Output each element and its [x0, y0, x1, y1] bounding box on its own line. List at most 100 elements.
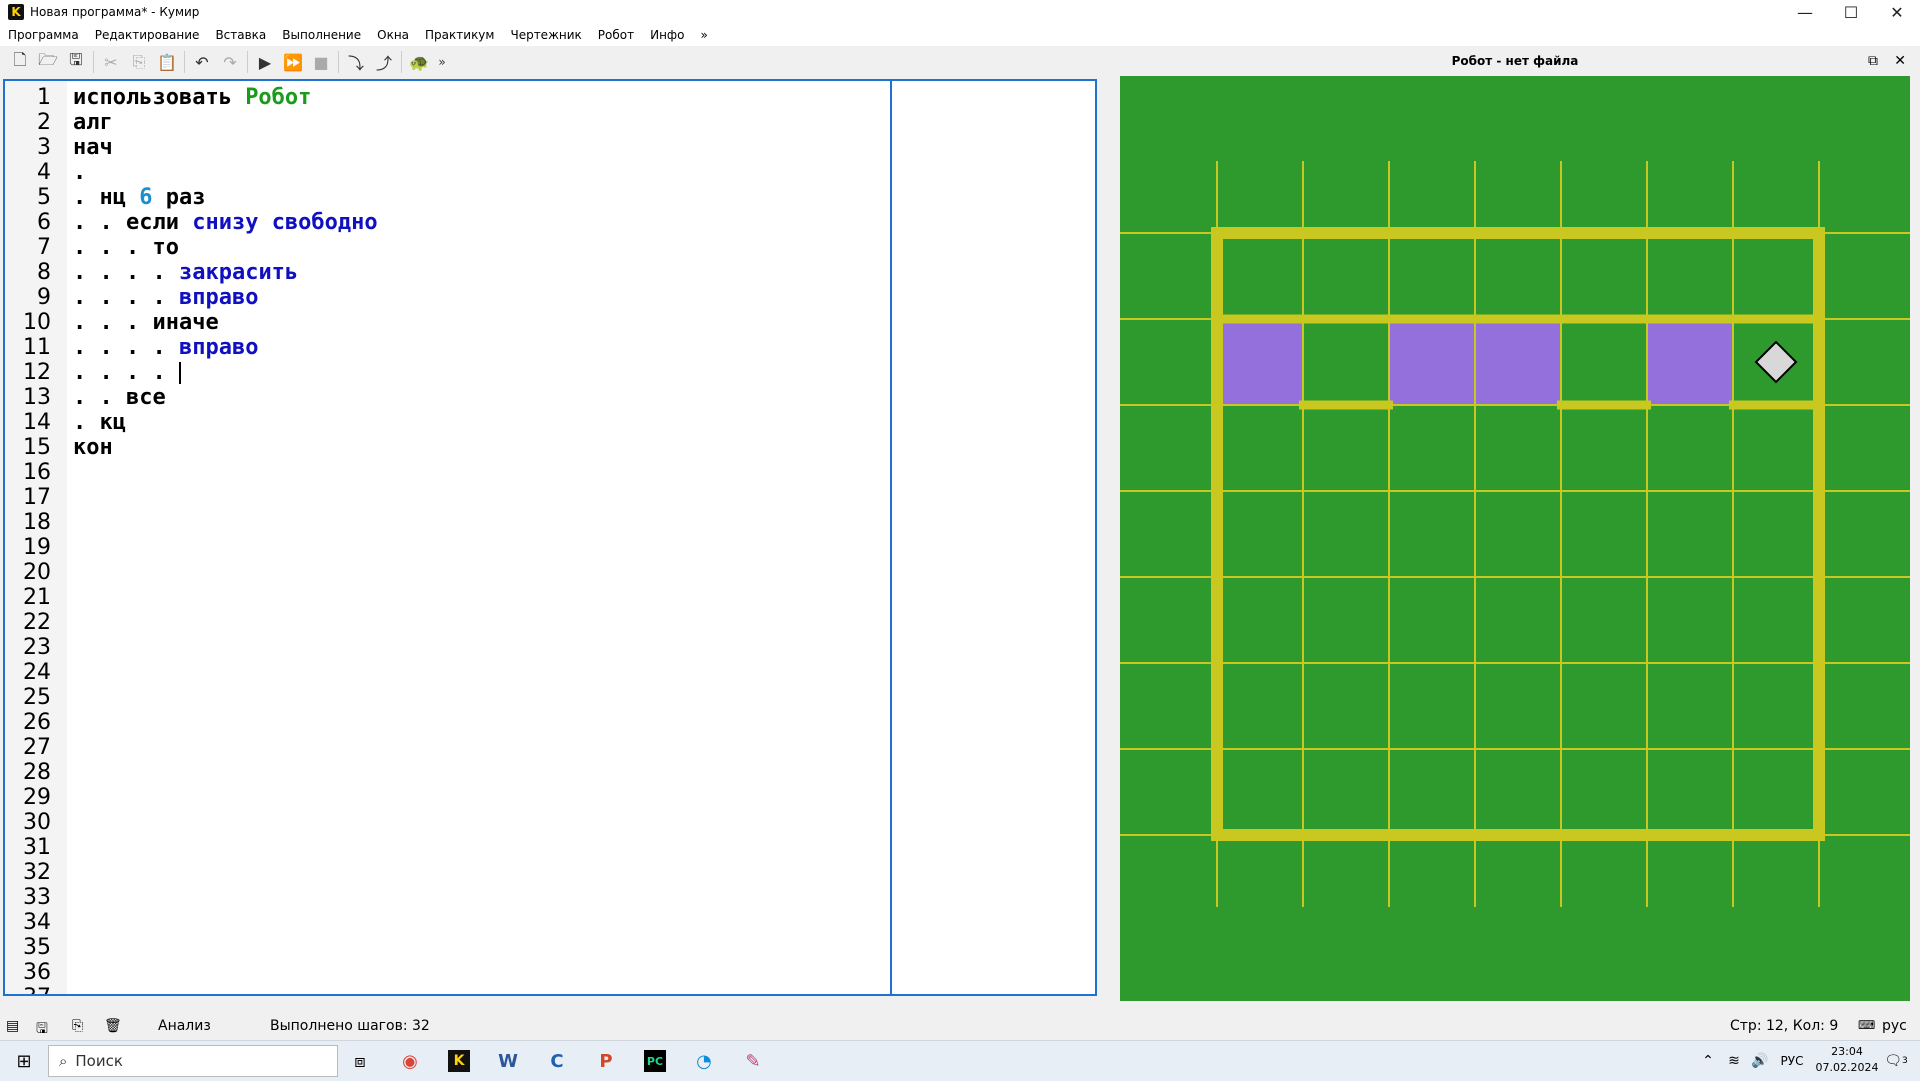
line-number: 19: [23, 535, 51, 560]
line-number: 3: [37, 135, 51, 160]
line-number: 35: [23, 935, 51, 960]
line-number: 14: [23, 410, 51, 435]
step-run-icon[interactable]: ⏩: [281, 50, 305, 74]
toolbar-more-icon[interactable]: »: [435, 50, 449, 74]
line-number: 28: [23, 760, 51, 785]
line-number: 7: [37, 235, 51, 260]
menu-more[interactable]: »: [693, 28, 716, 42]
word-icon[interactable]: W: [490, 1045, 526, 1077]
powerpoint-icon[interactable]: P: [588, 1045, 624, 1077]
close-icon[interactable]: ✕: [1894, 53, 1906, 69]
maximize-icon[interactable]: ☐: [1828, 0, 1874, 24]
editor-language: рус: [1882, 1018, 1907, 1034]
notification-icon[interactable]: 🗨 3: [1878, 1045, 1914, 1077]
c-icon[interactable]: C: [539, 1045, 575, 1077]
code-text: . . . .: [73, 360, 181, 385]
minimize-icon[interactable]: —: [1782, 0, 1828, 24]
paste-icon[interactable]: 📋: [155, 50, 179, 74]
run-icon[interactable]: ▶: [253, 50, 277, 74]
line-number: 9: [37, 285, 51, 310]
code-text: . . . . вправо: [73, 335, 258, 360]
line-number: 6: [37, 210, 51, 235]
console-icon[interactable]: ▤: [6, 1018, 19, 1034]
cut-icon[interactable]: ✂: [99, 50, 123, 74]
redo-icon[interactable]: ↷: [218, 50, 242, 74]
painted-cell: [1389, 319, 1475, 405]
close-window-icon[interactable]: ✕: [1874, 0, 1920, 24]
taskbar-search[interactable]: ⌕ Поиск: [48, 1045, 338, 1077]
menu-program[interactable]: Программа: [0, 28, 87, 42]
menu-drawer[interactable]: Чертежник: [502, 28, 589, 42]
menu-edit[interactable]: Редактирование: [87, 28, 208, 42]
line-number: 12: [23, 360, 51, 385]
code-token: . кц: [73, 410, 126, 435]
code-editor[interactable]: 1 использовать Робот 2 алг 3 нач 4. 5 . нц 6 раз…: [3, 79, 1097, 996]
step-into-icon[interactable]: ⤵: [344, 50, 368, 74]
save-output-icon[interactable]: 🖫: [36, 1018, 48, 1042]
keyword-token: снизу свободно: [192, 210, 378, 235]
line-number: 33: [23, 885, 51, 910]
new-file-icon[interactable]: 🗋: [8, 50, 32, 74]
kumir-icon[interactable]: K: [441, 1045, 477, 1077]
keyword-token: 6: [139, 185, 153, 210]
clock-time: 23:04: [1831, 1045, 1863, 1058]
menu-insert[interactable]: Вставка: [207, 28, 274, 42]
task-view-icon[interactable]: ⧈: [342, 1045, 378, 1077]
search-icon: ⌕: [59, 1052, 68, 1070]
menu-windows[interactable]: Окна: [369, 28, 417, 42]
windows-start-icon[interactable]: ⊞: [6, 1045, 42, 1077]
code-text: использовать Робот: [73, 85, 311, 110]
line-number: 30: [23, 810, 51, 835]
line-number: 34: [23, 910, 51, 935]
step-out-icon[interactable]: ⤴: [372, 50, 396, 74]
painted-cell: [1217, 319, 1303, 405]
line-number: 25: [23, 685, 51, 710]
line-number: 15: [23, 435, 51, 460]
open-folder-icon[interactable]: 🗁: [36, 50, 60, 74]
input-language[interactable]: РУС: [1770, 1045, 1814, 1077]
clear-output-icon[interactable]: 🗑: [104, 1018, 122, 1034]
menu-info[interactable]: Инфо: [642, 28, 692, 42]
line-number: 32: [23, 860, 51, 885]
code-text: нач: [73, 135, 113, 160]
robot-field[interactable]: [1120, 76, 1910, 1001]
line-number: 5: [37, 185, 51, 210]
copy-output-icon[interactable]: ⎘: [72, 1018, 83, 1034]
code-text: алг: [73, 110, 113, 135]
clock[interactable]: 23:04 07.02.2024: [1812, 1044, 1882, 1076]
menu-bar: Программа Редактирование Вставка Выполне…: [0, 24, 1920, 46]
line-number: 4: [37, 160, 51, 185]
edge-icon[interactable]: ◔: [686, 1045, 722, 1077]
undock-icon[interactable]: ⧉: [1868, 53, 1878, 69]
save-icon[interactable]: 🖫: [64, 50, 88, 74]
code-text: . . все: [73, 385, 166, 410]
copy-icon[interactable]: ⎘: [127, 50, 151, 74]
undo-icon[interactable]: ↶: [190, 50, 214, 74]
menu-practicum[interactable]: Практикум: [417, 28, 502, 42]
text-caret: [178, 362, 181, 384]
clock-date: 07.02.2024: [1815, 1061, 1879, 1074]
code-text: . . . . вправо: [73, 285, 258, 310]
notification-count: 3: [1902, 1056, 1908, 1066]
keyword-token: вправо: [178, 335, 259, 360]
cursor-position: Стр: 12, Кол: 9: [1730, 1018, 1839, 1034]
toolbar: 🗋 🗁 🖫 ✂ ⎘ 📋 ↶ ↷ ▶ ⏩ ■ ⤵ ⤴ 🐢 »: [0, 46, 1100, 78]
line-number: 10: [23, 310, 51, 335]
robot-panel-title: Робот - нет файла: [1451, 54, 1579, 68]
pycharm-icon[interactable]: PC: [637, 1045, 673, 1077]
keyword-token: Робот: [245, 85, 312, 110]
code-token: . . все: [73, 385, 166, 410]
robot-panel: Робот - нет файла ⧉ ✕: [1110, 46, 1920, 1006]
menu-run[interactable]: Выполнение: [274, 28, 369, 42]
chrome-icon[interactable]: ◉: [392, 1045, 428, 1077]
turtle-icon[interactable]: 🐢: [407, 50, 431, 74]
code-token: использовать: [73, 85, 246, 110]
line-number: 29: [23, 785, 51, 810]
code-text: .: [73, 160, 86, 185]
code-token: . . . то: [73, 235, 179, 260]
editor-margin-divider[interactable]: [890, 81, 892, 994]
paint-icon[interactable]: ✎: [735, 1045, 771, 1077]
line-number: 2: [37, 110, 51, 135]
menu-robot[interactable]: Робот: [590, 28, 642, 42]
stop-icon[interactable]: ■: [309, 50, 333, 74]
